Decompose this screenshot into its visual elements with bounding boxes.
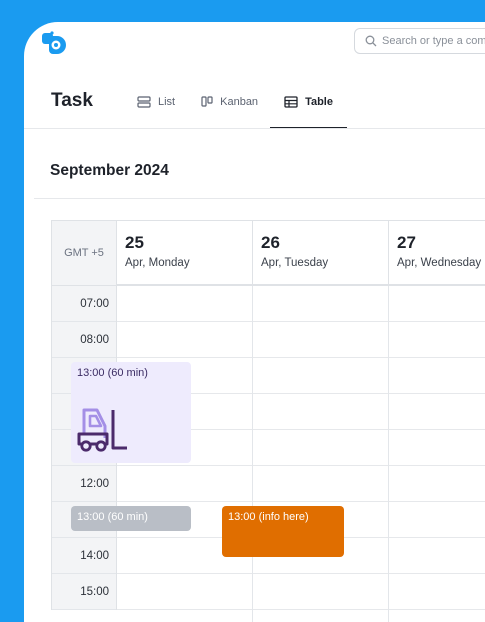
event-time: 13:00 (60 min) — [77, 511, 148, 523]
tab-table[interactable]: Table — [270, 90, 347, 129]
grid-line — [117, 357, 485, 358]
tab-list[interactable]: List — [137, 90, 175, 114]
grid-line — [117, 501, 485, 502]
forklift-icon — [77, 408, 127, 452]
grid-line — [117, 609, 485, 610]
time-slot-label: 12:00 — [52, 466, 116, 502]
page-title: Task — [51, 90, 93, 111]
kanban-icon — [201, 96, 213, 107]
grid-line — [117, 573, 485, 574]
tab-kanban-label: Kanban — [220, 96, 259, 108]
day-subtitle: Apr, Tuesday — [261, 257, 329, 269]
tab-list-label: List — [158, 96, 176, 108]
event-card[interactable]: 13:00 (60 min) — [71, 506, 191, 531]
day-header-25[interactable]: 25 Apr, Monday — [117, 220, 253, 286]
view-switcher: List Kanban Table — [137, 90, 359, 130]
time-slot-label: 15:00 — [52, 574, 116, 610]
day-number: 26 — [261, 233, 280, 252]
time-slot-label: 14:00 — [52, 538, 116, 574]
event-card[interactable]: 13:00 (info here) — [222, 506, 344, 557]
table-icon — [284, 96, 298, 108]
event-time: 13:00 (60 min) — [77, 367, 148, 379]
column-divider — [388, 286, 389, 622]
time-slot-label: 08:00 — [52, 322, 116, 358]
day-header-27[interactable]: 27 Apr, Wednesday — [389, 220, 485, 286]
list-icon — [137, 96, 151, 108]
column-divider — [252, 286, 253, 622]
grid-line — [117, 321, 485, 322]
event-card[interactable]: 13:00 (60 min) — [71, 362, 191, 463]
day-subtitle: Apr, Wednesday — [397, 257, 482, 269]
search-placeholder: Search or type a com — [382, 35, 485, 47]
search-icon — [365, 35, 377, 47]
month-divider — [34, 198, 485, 199]
tab-kanban[interactable]: Kanban — [201, 90, 258, 114]
grid-line — [117, 465, 485, 466]
month-label: September 2024 — [50, 162, 169, 179]
header-divider — [24, 128, 485, 129]
day-subtitle: Apr, Monday — [125, 257, 190, 269]
time-slot-label: 07:00 — [52, 286, 116, 322]
tab-table-label: Table — [305, 96, 333, 108]
day-number: 27 — [397, 233, 416, 252]
timezone-label: GMT +5 — [51, 220, 117, 286]
event-time: 13:00 (info here) — [228, 511, 309, 523]
day-header-26[interactable]: 26 Apr, Tuesday — [253, 220, 389, 286]
search-input[interactable]: Search or type a com — [354, 28, 485, 54]
app-logo-icon[interactable] — [40, 28, 72, 60]
day-number: 25 — [125, 233, 144, 252]
